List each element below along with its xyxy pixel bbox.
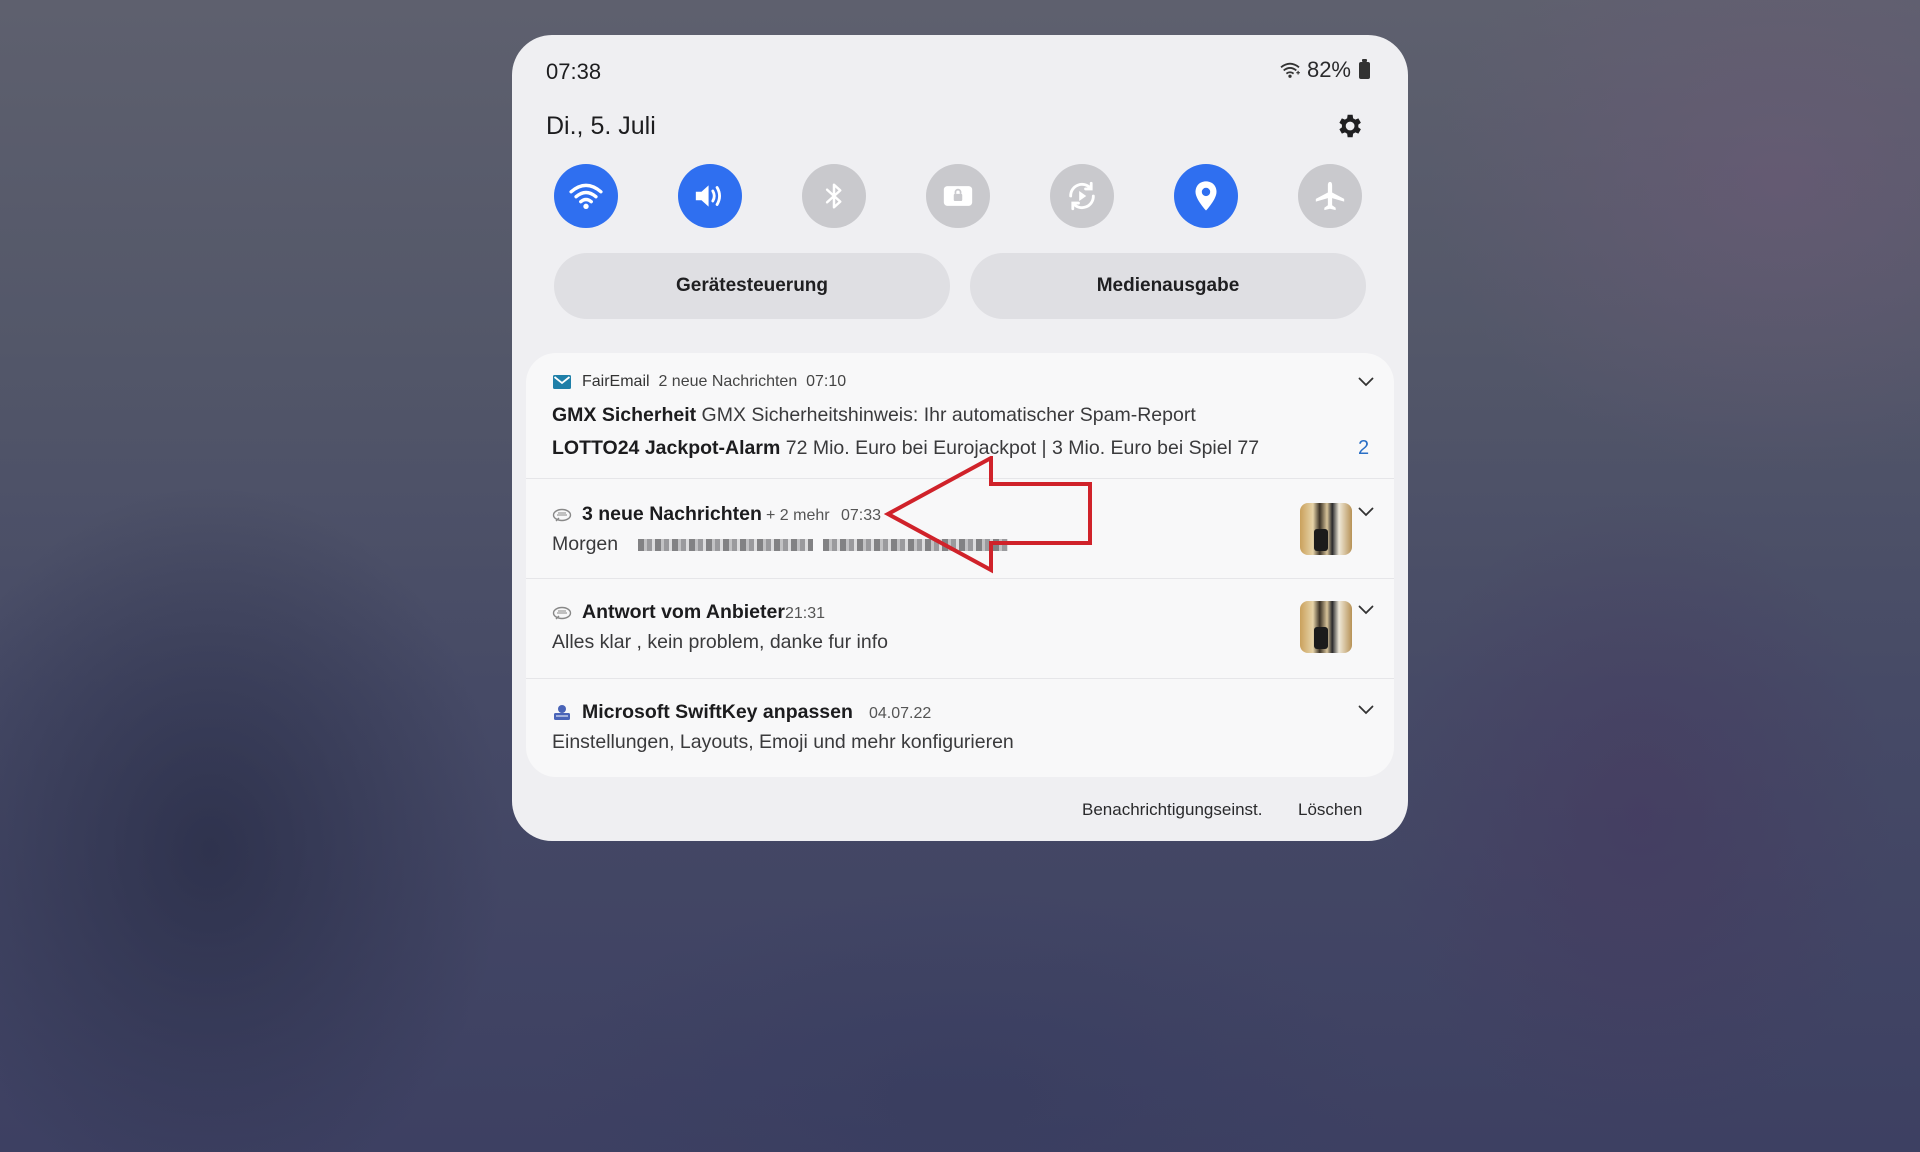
swiftkey-title: Microsoft SwiftKey anpassen [582,701,853,723]
fairemail-time: 07:10 [806,373,847,390]
rotate-icon [1069,181,1095,211]
expand-chevron-icon[interactable] [1358,507,1374,517]
airplane-mode-toggle[interactable] [1298,164,1362,228]
rotation-lock-toggle[interactable] [926,164,990,228]
settings-gear-icon[interactable] [1334,111,1364,141]
lock-screen-icon [943,186,973,206]
quick-toggles [554,164,1362,230]
messages-preview: Morgen [552,533,619,555]
airplane-icon [1315,181,1345,211]
messenger-app-icon [552,606,572,620]
status-indicators: 82% [1279,57,1370,83]
date-label: Di., 5. Juli [546,112,656,140]
device-control-button[interactable]: Gerätesteuerung [554,253,950,319]
auto-rotate-toggle[interactable] [1050,164,1114,228]
contact-thumbnail [1300,601,1352,653]
provider-reply-notification[interactable]: Antwort vom Anbieter 21:31 Alles klar , … [526,579,1394,679]
location-toggle[interactable] [1174,164,1238,228]
fairemail-app-name: FairEmail [582,373,650,390]
clear-all-link[interactable]: Löschen [1298,800,1362,820]
messages-time: 07:33 [841,507,882,524]
provider-reply-time: 21:31 [785,605,826,622]
fairemail-line-1-text: GMX Sicherheitshinweis: Ihr automatische… [701,404,1196,426]
bluetooth-toggle[interactable] [802,164,866,228]
contact-thumbnail [1300,503,1352,555]
messages-more-count: + 2 mehr [766,507,830,524]
provider-reply-title: Antwort vom Anbieter [582,601,785,623]
wifi-icon [569,183,603,210]
wifi-status-icon [1280,62,1300,78]
location-pin-icon [1195,181,1217,211]
expand-chevron-icon[interactable] [1358,377,1374,387]
battery-percent: 82% [1306,57,1351,82]
fairemail-line-1-sender: GMX Sicherheit [552,404,697,426]
fairemail-message-count: 2 [1358,437,1370,459]
fairemail-app-icon [553,375,571,389]
swiftkey-date: 04.07.22 [869,705,932,722]
battery-icon [1359,58,1370,79]
wifi-toggle[interactable] [554,164,618,228]
swiftkey-text: Einstellungen, Layouts, Emoji und mehr k… [552,731,1014,753]
speaker-icon [695,185,721,207]
bluetooth-icon [825,183,842,209]
messages-title: 3 neue Nachrichten [582,503,762,525]
swiftkey-app-icon [554,705,570,720]
redacted-text [638,539,813,551]
fairemail-summary: 2 neue Nachrichten [658,373,798,390]
fairemail-line-1: GMX Sicherheit GMX Sicherheitshinweis: I… [552,404,1196,427]
status-time: 07:38 [546,59,602,84]
annotation-arrow-icon [884,456,1092,574]
notification-panel: 07:38 82% Di., 5. Juli Gerätesteuerung M… [512,35,1408,841]
messenger-app-icon [552,508,572,522]
sound-toggle[interactable] [678,164,742,228]
expand-chevron-icon[interactable] [1358,705,1374,715]
expand-chevron-icon[interactable] [1358,605,1374,615]
media-output-button[interactable]: Medienausgabe [970,253,1366,319]
provider-reply-text: Alles klar , kein problem, danke fur inf… [552,631,888,653]
notification-settings-link[interactable]: Benachrichtigungseinst. [1082,800,1263,820]
fairemail-line-2-sender: LOTTO24 Jackpot-Alarm [552,437,781,459]
swiftkey-notification[interactable]: Microsoft SwiftKey anpassen 04.07.22 Ein… [526,679,1394,777]
